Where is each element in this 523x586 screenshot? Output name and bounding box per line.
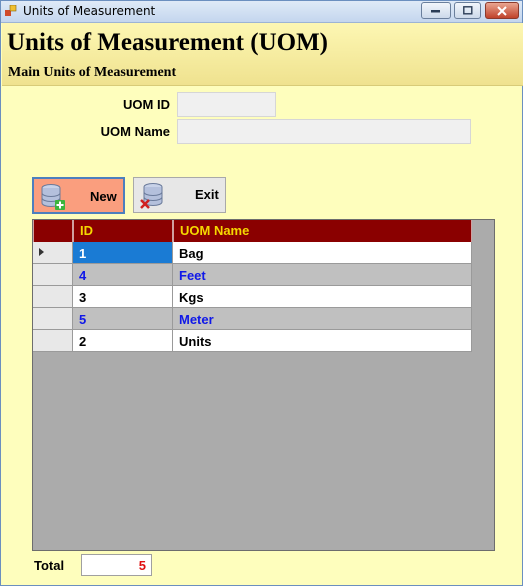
row-header[interactable] <box>33 308 73 330</box>
database-add-icon <box>41 184 65 210</box>
window-title: Units of Measurement <box>23 4 156 18</box>
form-header: Units of Measurement (UOM) Main Units of… <box>2 23 523 86</box>
uom-name-label: UOM Name <box>100 124 170 139</box>
table-row[interactable]: 5 Meter <box>33 308 472 330</box>
grid-corner-header <box>33 220 73 242</box>
uom-id-field[interactable] <box>177 92 276 117</box>
cell-uom-name[interactable]: Meter <box>173 308 472 330</box>
uom-id-label: UOM ID <box>123 97 170 112</box>
close-icon <box>486 3 518 18</box>
cell-uom-name[interactable]: Bag <box>173 242 472 264</box>
app-window: Units of Measurement Units of Measuremen… <box>0 0 523 586</box>
cell-id[interactable]: 5 <box>73 308 173 330</box>
cell-uom-name[interactable]: Units <box>173 330 472 352</box>
table-row[interactable]: 2 Units <box>33 330 472 352</box>
total-count-field: 5 <box>81 554 152 576</box>
cell-uom-name[interactable]: Feet <box>173 264 472 286</box>
uom-name-field[interactable] <box>177 119 471 144</box>
maximize-button[interactable] <box>454 2 481 19</box>
table-row[interactable]: 3 Kgs <box>33 286 472 308</box>
page-title: Units of Measurement (UOM) <box>7 29 328 56</box>
new-button[interactable]: New <box>32 177 125 214</box>
table-row[interactable]: 1 Bag <box>33 242 472 264</box>
title-bar[interactable]: Units of Measurement <box>1 1 522 23</box>
row-header[interactable] <box>33 242 73 264</box>
minimize-button[interactable] <box>421 2 451 19</box>
table-row[interactable]: 4 Feet <box>33 264 472 286</box>
close-button[interactable] <box>485 2 519 19</box>
database-delete-icon <box>140 183 163 209</box>
cell-id[interactable]: 2 <box>73 330 173 352</box>
cell-id[interactable]: 1 <box>73 242 173 264</box>
grid-header: ID UOM Name <box>33 220 472 242</box>
column-header-uom-name[interactable]: UOM Name <box>173 220 472 242</box>
total-label: Total <box>34 558 65 573</box>
cell-uom-name[interactable]: Kgs <box>173 286 472 308</box>
column-header-id[interactable]: ID <box>73 220 173 242</box>
page-subtitle: Main Units of Measurement <box>8 65 177 80</box>
current-row-arrow-icon <box>39 248 44 256</box>
app-icon <box>5 5 17 16</box>
maximize-icon <box>455 3 480 18</box>
cell-id[interactable]: 4 <box>73 264 173 286</box>
new-button-label: New <box>90 189 117 204</box>
cell-id[interactable]: 3 <box>73 286 173 308</box>
row-header[interactable] <box>33 286 73 308</box>
exit-button-label: Exit <box>195 187 219 202</box>
exit-button[interactable]: Exit <box>133 177 226 213</box>
minimize-icon <box>422 3 450 18</box>
uom-grid[interactable]: ID UOM Name 1 Bag 4 Feet 3 Kgs 5 Meter 2… <box>32 219 495 551</box>
row-header[interactable] <box>33 330 73 352</box>
row-header[interactable] <box>33 264 73 286</box>
